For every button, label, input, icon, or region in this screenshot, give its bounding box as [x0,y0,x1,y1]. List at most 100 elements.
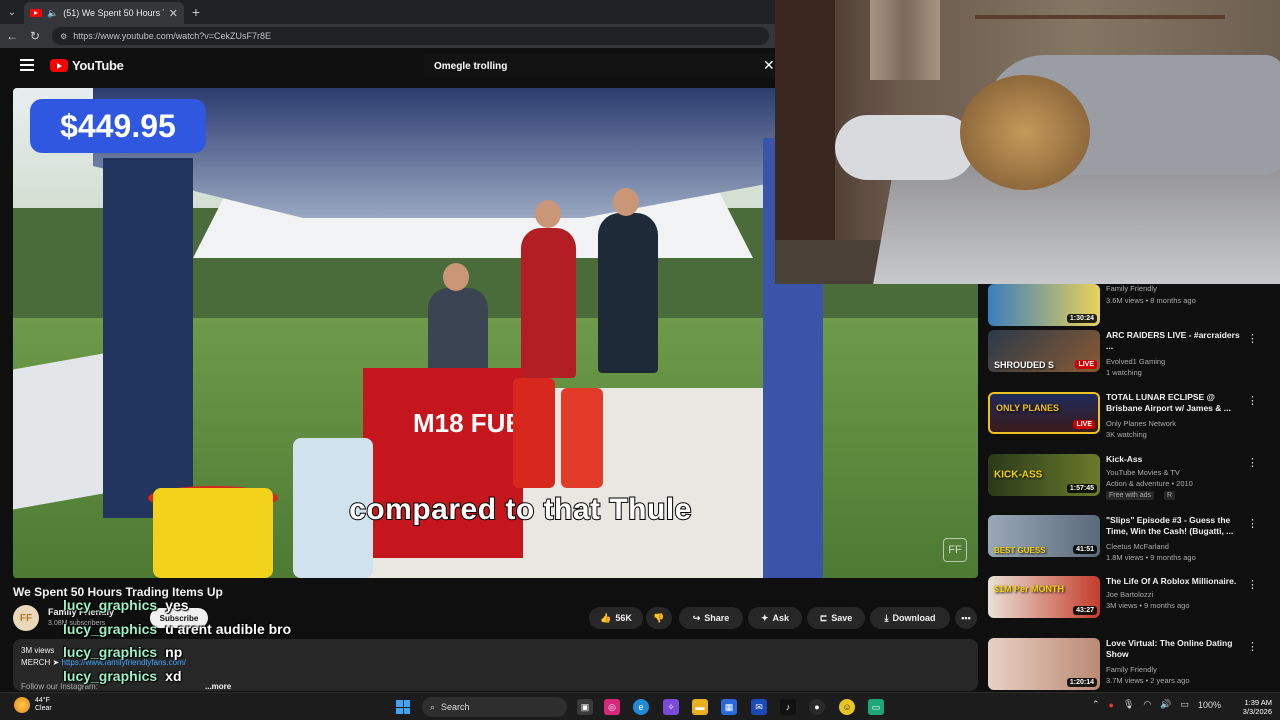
video-thumbnail[interactable]: SHROUDED S LIVE [988,330,1100,372]
screen: ⌄ 🔈 (51) We Spent 50 Hours Tradi ✕ + ← ↻… [0,0,1280,720]
video-channel[interactable]: Cleetus McFarland [1106,542,1169,551]
recommended-video[interactable]: SHROUDED S LIVE ARC RAIDERS LIVE - #arcr… [988,330,1270,386]
app-tray-icon[interactable]: ● [1109,700,1114,710]
start-button[interactable] [396,700,410,714]
video-channel[interactable]: Family Friendly [1106,665,1157,674]
video-duration: 1:20:14 [1066,678,1097,687]
recommended-video[interactable]: BEST GUESS 41:51 "Slips" Episode #3 - Gu… [988,515,1270,571]
chat-text: yes [165,597,189,613]
video-thumbnail[interactable]: ONLY PLANES LIVE [988,392,1100,434]
video-thumbnail[interactable]: KICK-ASS 1:57:45 [988,454,1100,496]
chat-message: lucy_graphics np [63,644,182,660]
recommended-video[interactable]: 1:20:14 Love Virtual: The Online Dating … [988,638,1270,690]
tiktok-icon[interactable]: ♪ [780,699,796,715]
download-label: Download [892,613,936,623]
youtube-logo[interactable]: YouTube [50,58,124,73]
download-icon: ⤓ [884,612,889,623]
video-title[interactable]: ARC RAIDERS LIVE - #arcraiders ... [1106,330,1246,352]
download-button[interactable]: ⤓ Download [870,607,950,629]
file-explorer-icon[interactable]: ▬ [692,699,708,715]
video-stats: 1.8M views • 9 months ago [1106,553,1196,562]
video-title[interactable]: TOTAL LUNAR ECLIPSE @ Brisbane Airport w… [1106,392,1246,414]
battery-icon[interactable]: ▭ [1181,699,1190,710]
video-title[interactable]: Love Virtual: The Online Dating Show [1106,638,1246,660]
ask-button[interactable]: ✦ Ask [748,607,802,629]
more-vertical-icon[interactable]: ⋮ [1247,517,1258,530]
save-label: Save [831,613,853,623]
browser-tab-active[interactable]: 🔈 (51) We Spent 50 Hours Tradi ✕ [24,2,184,24]
video-thumbnail[interactable]: 1:20:14 [988,638,1100,690]
channel-avatar[interactable]: FF [13,605,39,631]
app-icon[interactable]: ● [809,699,825,715]
video-channel[interactable]: Evolved1 Gaming [1106,357,1165,366]
recommended-video[interactable]: ONLY PLANES LIVE TOTAL LUNAR ECLIPSE @ B… [988,392,1270,448]
system-clock[interactable]: 1:39 AM 3/3/2026 [1232,698,1272,716]
snapchat-icon[interactable]: ☺ [839,699,855,715]
video-channel[interactable]: Only Planes Network [1106,419,1176,428]
more-vertical-icon[interactable]: ⋮ [1247,578,1258,591]
thumbnail-text: KICK-ASS [994,469,1043,481]
weather-condition: Clear [35,705,52,712]
weather-widget[interactable]: 44°F Clear [14,697,52,713]
thumbnail-text: SHROUDED S [994,360,1055,370]
share-button[interactable]: ↪ Share [679,607,743,629]
video-channel[interactable]: Joe Bartolozzi [1106,590,1153,599]
store-icon[interactable]: ▦ [721,699,737,715]
microphone-icon[interactable]: 🎙 [1123,699,1134,710]
wifi-icon[interactable]: ◠ [1143,699,1151,710]
video-channel[interactable]: Family Friendly [1106,284,1157,293]
chat-message: lucy_graphics xd [63,668,182,684]
recommended-video[interactable]: $1M Per MONTH 43:27 The Life Of A Roblox… [988,576,1270,632]
url-field[interactable]: ⚙ https://www.youtube.com/watch?v=CekZUs… [52,27,769,45]
search-query: Omegle trolling [434,60,508,72]
save-button[interactable]: ⊏ Save [807,607,865,629]
copilot-icon[interactable]: ✧ [663,699,679,715]
more-vertical-icon[interactable]: ⋮ [1247,332,1258,345]
chat-text: np [165,644,183,660]
new-tab-icon[interactable]: + [184,4,208,20]
taskbar-search[interactable]: ⌕ Search [422,697,567,717]
more-vertical-icon[interactable]: ⋮ [1247,394,1258,407]
tab-title: (51) We Spent 50 Hours Tradi [63,8,164,18]
video-duration: 43:27 [1073,606,1097,615]
dislike-button[interactable]: 👎 [646,607,672,629]
video-title[interactable]: Kick-Ass [1106,454,1246,465]
video-stats: 3K watching [1106,430,1147,439]
channel-watermark[interactable]: FF [943,538,967,562]
more-actions-button[interactable]: ••• [955,607,977,629]
video-channel[interactable]: YouTube Movies & TV [1106,468,1180,477]
clear-search-icon[interactable]: ✕ [763,57,775,74]
site-info-icon[interactable]: ⚙ [60,32,67,41]
search-input[interactable]: Omegle trolling [424,54,780,78]
menu-icon[interactable] [20,59,34,71]
chat-message: lucy_graphics u arent audible bro [63,621,291,637]
video-duration: 41:51 [1073,545,1097,554]
video-thumbnail[interactable]: 1:30:24 [988,284,1100,326]
volume-icon[interactable]: 🔊 [1160,699,1171,710]
recommended-video[interactable]: KICK-ASS 1:57:45 Kick-Ass YouTube Movies… [988,454,1270,510]
chevron-up-icon[interactable]: ⌃ [1092,699,1100,710]
like-button[interactable]: 👍 56K [589,607,643,629]
app-icon[interactable]: ▭ [868,699,884,715]
mail-icon[interactable]: ✉ [751,699,767,715]
speaker-icon[interactable]: 🔈 [47,8,58,19]
video-title[interactable]: The Life Of A Roblox Millionaire. [1106,576,1246,587]
more-vertical-icon[interactable]: ⋮ [1247,640,1258,653]
battery-percent: 100% [1198,699,1222,710]
description-more-link[interactable]: ...more [205,682,231,691]
more-vertical-icon[interactable]: ⋮ [1247,456,1258,469]
video-title[interactable]: "Slips" Episode #3 - Guess the Time, Win… [1106,515,1246,537]
youtube-play-icon [50,59,68,72]
video-thumbnail[interactable]: BEST GUESS 41:51 [988,515,1100,557]
reload-icon[interactable]: ↻ [30,29,40,43]
thumbs-down-icon: 👎 [653,612,665,623]
edge-icon[interactable]: e [633,699,649,715]
back-icon[interactable]: ← [6,29,18,43]
instagram-icon[interactable]: ◎ [604,699,620,715]
thumbs-up-icon: 👍 [600,612,612,623]
live-badge: LIVE [1073,420,1095,429]
tab-close-icon[interactable]: ✕ [169,7,178,20]
tab-menu-icon[interactable]: ⌄ [0,0,24,24]
task-view-icon[interactable]: ▣ [577,699,593,715]
video-thumbnail[interactable]: $1M Per MONTH 43:27 [988,576,1100,618]
